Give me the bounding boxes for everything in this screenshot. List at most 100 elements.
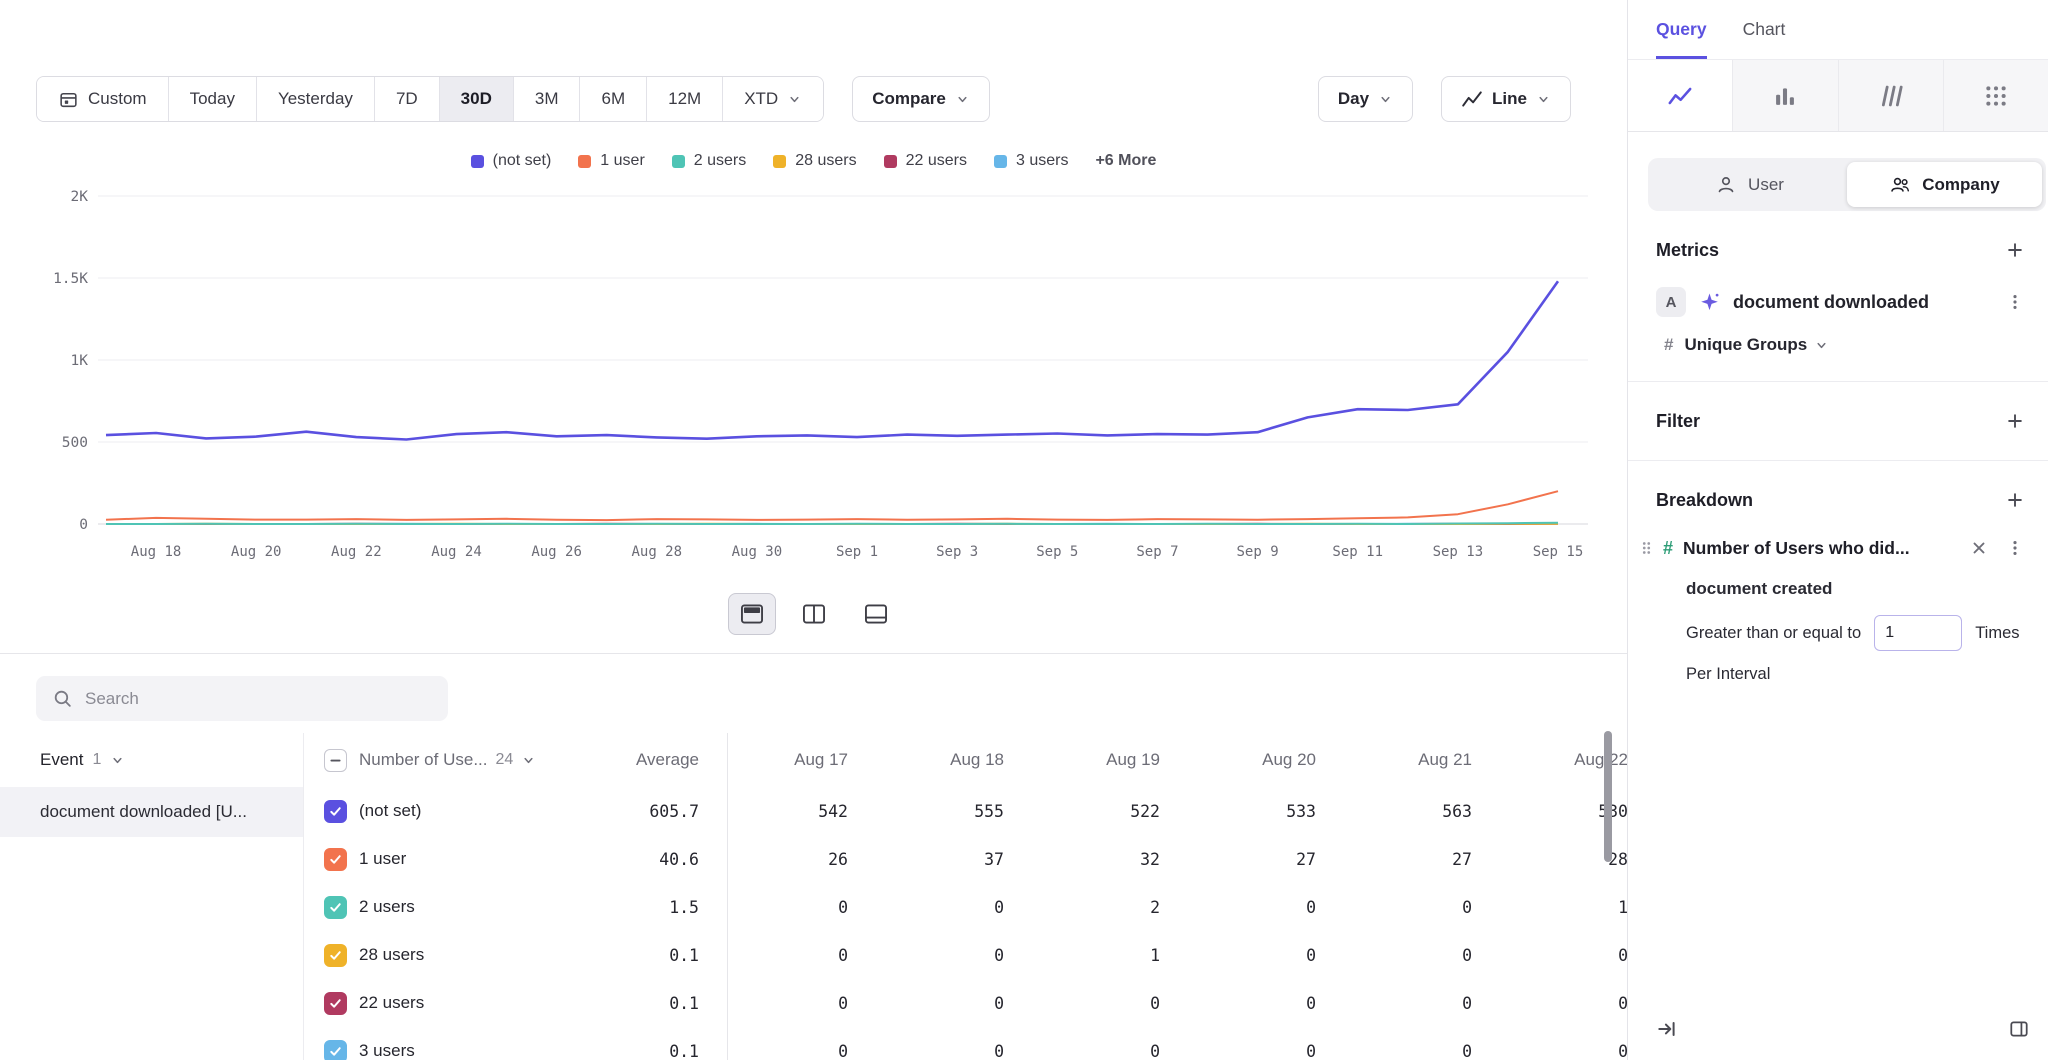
breakdown-event[interactable]: document created — [1686, 579, 2028, 599]
breakdown-interval[interactable]: Per Interval — [1686, 665, 2028, 684]
date-column-header[interactable]: Aug 17 — [728, 750, 884, 770]
row-checkbox[interactable] — [324, 848, 347, 871]
chart-type-button[interactable]: Line — [1441, 76, 1571, 122]
breakdown-condition-label[interactable]: Greater than or equal to — [1686, 624, 1861, 643]
view-split-vertical-button[interactable] — [790, 593, 838, 635]
svg-text:Aug 22: Aug 22 — [331, 544, 382, 560]
vertical-scrollbar[interactable] — [1604, 731, 1612, 862]
row-checkbox[interactable] — [324, 1040, 347, 1060]
svg-text:2K: 2K — [71, 189, 89, 205]
row-value: 32 — [1040, 850, 1196, 869]
add-breakdown-button[interactable] — [2002, 487, 2028, 513]
audience-user-option[interactable]: User — [1652, 162, 1847, 207]
row-value: 37 — [884, 850, 1040, 869]
chart-kind-line-button[interactable] — [1628, 60, 1733, 131]
search-input[interactable] — [85, 689, 432, 709]
legend-swatch — [994, 155, 1007, 168]
breakdown-menu-button[interactable] — [2002, 535, 2028, 561]
tab-query[interactable]: Query — [1656, 0, 1707, 59]
legend-item[interactable]: 28 users — [773, 152, 856, 170]
check-icon — [328, 948, 343, 963]
legend-item[interactable]: 22 users — [884, 152, 967, 170]
chart-kind-flow-button[interactable] — [1839, 60, 1944, 131]
event-spark-icon — [1698, 291, 1721, 314]
row-value: 533 — [1196, 802, 1352, 821]
svg-text:Aug 28: Aug 28 — [631, 544, 682, 560]
legend-swatch — [471, 155, 484, 168]
date-column-header[interactable]: Aug 20 — [1196, 750, 1352, 770]
row-average: 40.6 — [584, 835, 728, 883]
range-today-button[interactable]: Today — [169, 77, 257, 121]
table-row: 3 users0.1000000 — [304, 1027, 1627, 1060]
kebab-icon — [2006, 539, 2024, 557]
plus-icon — [2006, 491, 2024, 509]
legend-item[interactable]: (not set) — [471, 152, 552, 170]
range-label: XTD — [744, 89, 778, 109]
breakdown-close-button[interactable] — [1966, 535, 1992, 561]
row-checkbox[interactable] — [324, 896, 347, 919]
breakdown-card-title[interactable]: Number of Users who did... — [1683, 538, 1956, 559]
row-checkbox[interactable] — [324, 992, 347, 1015]
svg-text:Sep 15: Sep 15 — [1533, 544, 1584, 560]
row-checkbox[interactable] — [324, 800, 347, 823]
breakdown-card-head: # Number of Users who did... — [1656, 535, 2028, 561]
group-header-label: Number of Use... — [359, 750, 488, 770]
range-yesterday-button[interactable]: Yesterday — [257, 77, 375, 121]
row-checkbox[interactable] — [324, 944, 347, 967]
chart-kind-bar-button[interactable] — [1733, 60, 1838, 131]
compare-button[interactable]: Compare — [852, 76, 990, 122]
add-metric-button[interactable] — [2002, 237, 2028, 263]
range-12m-button[interactable]: 12M — [647, 77, 723, 121]
row-value: 0 — [1040, 1042, 1196, 1060]
view-split-horizontal-button[interactable] — [728, 593, 776, 635]
date-range-group: Custom TodayYesterday7D30D3M6M12M XTD — [36, 76, 824, 122]
event-column-header[interactable]: Event 1 — [0, 733, 303, 787]
check-icon — [328, 996, 343, 1011]
panel-layout-button[interactable] — [2004, 1014, 2034, 1044]
tab-chart[interactable]: Chart — [1743, 0, 1786, 59]
search-icon — [52, 688, 73, 709]
date-column-header[interactable]: Aug 19 — [1040, 750, 1196, 770]
average-column-header[interactable]: Average — [584, 733, 728, 787]
drag-handle-icon[interactable] — [1640, 539, 1653, 557]
range-3m-button[interactable]: 3M — [514, 77, 581, 121]
line-chart-svg[interactable]: 05001K1.5K2KAug 18Aug 20Aug 22Aug 24Aug … — [14, 172, 1614, 576]
collapse-panel-button[interactable] — [1652, 1014, 1682, 1044]
row-group-cell: 2 users — [304, 896, 584, 919]
row-value: 0 — [884, 898, 1040, 917]
split-vertical-icon — [801, 602, 827, 626]
legend-item[interactable]: 2 users — [672, 152, 746, 170]
search-box[interactable] — [36, 676, 448, 721]
interval-button[interactable]: Day — [1318, 76, 1413, 122]
metric-letter-badge: A — [1656, 287, 1686, 317]
chart-kind-more-button[interactable] — [1944, 60, 2048, 131]
range-7d-button[interactable]: 7D — [375, 77, 440, 121]
metric-menu-button[interactable] — [2002, 289, 2028, 315]
row-label: 1 user — [359, 849, 406, 869]
legend-more-button[interactable]: +6 More — [1095, 152, 1156, 170]
range-xtd-button[interactable]: XTD — [723, 77, 823, 121]
range-6m-button[interactable]: 6M — [580, 77, 647, 121]
range-30d-button[interactable]: 30D — [440, 77, 514, 121]
measure-selector[interactable]: Unique Groups — [1684, 335, 1829, 355]
add-filter-button[interactable] — [2002, 408, 2028, 434]
audience-company-option[interactable]: Company — [1847, 162, 2042, 207]
group-header-button[interactable]: Number of Use... 24 — [359, 750, 536, 770]
date-column-header[interactable]: Aug 18 — [884, 750, 1040, 770]
breakdown-value-input[interactable] — [1874, 615, 1962, 651]
view-full-chart-button[interactable] — [852, 593, 900, 635]
table-row: (not set)605.7542555522533563530 — [304, 787, 1627, 835]
row-value: 0 — [1352, 946, 1508, 965]
legend-item[interactable]: 3 users — [994, 152, 1068, 170]
row-value: 27 — [1352, 850, 1508, 869]
select-all-checkbox[interactable] — [324, 749, 347, 772]
metrics-title: Metrics — [1656, 240, 1719, 261]
event-list-item[interactable]: document downloaded [U... — [0, 787, 303, 837]
legend-item[interactable]: 1 user — [578, 152, 644, 170]
range-custom-button[interactable]: Custom — [37, 77, 169, 121]
range-label: Custom — [88, 89, 147, 109]
row-group-cell: 28 users — [304, 944, 584, 967]
metric-item[interactable]: A document downloaded — [1656, 287, 2028, 317]
date-column-header[interactable]: Aug 21 — [1352, 750, 1508, 770]
svg-text:Sep 5: Sep 5 — [1036, 544, 1078, 560]
